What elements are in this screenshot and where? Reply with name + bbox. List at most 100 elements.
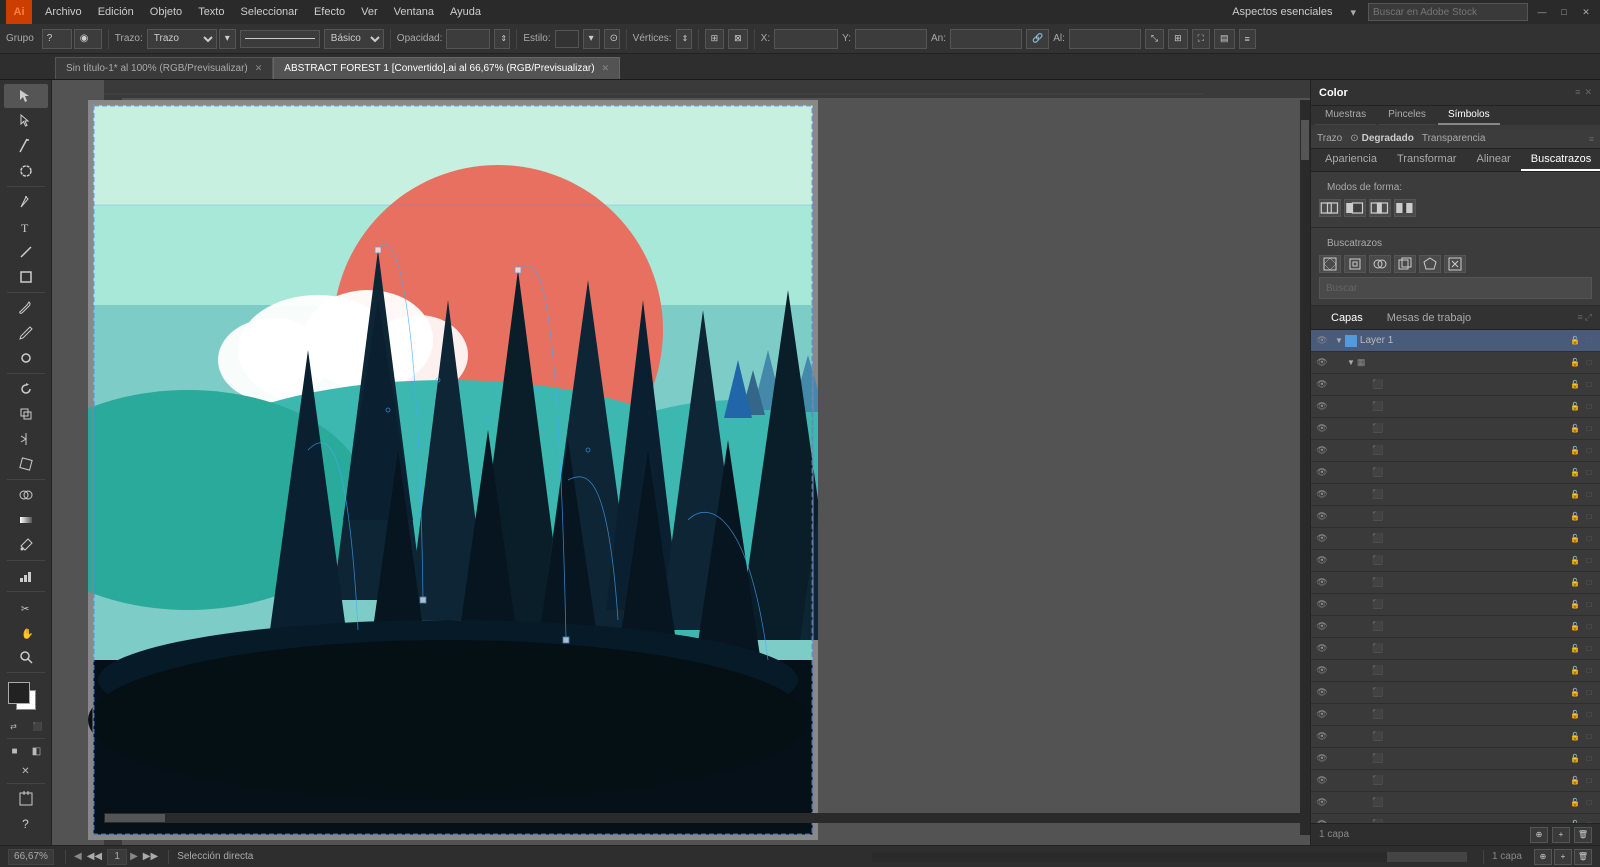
align-options[interactable]: ⊞	[705, 29, 725, 49]
layer-row[interactable]: 👁 ⬛ 🔓 □	[1311, 704, 1600, 726]
y-input[interactable]: 699.995 px	[855, 29, 927, 49]
layer-eye-trazado6[interactable]: 👁	[1315, 488, 1329, 502]
layer-eye-trazado19[interactable]: 👁	[1315, 774, 1329, 788]
an-input[interactable]: 1399.99 px	[950, 29, 1022, 49]
canvas-area[interactable]	[52, 80, 1310, 845]
layer-eye-trazado13[interactable]: 👁	[1315, 642, 1329, 656]
tool-zoom[interactable]	[4, 645, 48, 669]
layer-create-trazado19[interactable]: □	[1582, 774, 1596, 788]
layer-expand-layer1[interactable]: ▼	[1335, 336, 1343, 345]
layer-eye-trazado20[interactable]: 👁	[1315, 796, 1329, 810]
layer-create-trazado15[interactable]: □	[1582, 686, 1596, 700]
modos-unite-btn[interactable]	[1319, 199, 1341, 217]
layer-create-trazado2[interactable]: □	[1582, 400, 1596, 414]
layer-row[interactable]: 👁 ⬛ 🔓 □	[1311, 814, 1600, 823]
menu-ayuda[interactable]: Ayuda	[443, 4, 488, 20]
layer-eye-trazado18[interactable]: 👁	[1315, 752, 1329, 766]
layer-lock-trazado18[interactable]: 🔓	[1568, 752, 1582, 766]
layer-eye-trazado14[interactable]: 👁	[1315, 664, 1329, 678]
menu-texto[interactable]: Texto	[191, 4, 231, 20]
fill-mode-btn[interactable]: ■	[5, 742, 25, 760]
tool-width[interactable]	[4, 427, 48, 451]
gradient-mode-btn[interactable]: ◧	[27, 742, 47, 760]
transform-options[interactable]: ⊠	[728, 29, 748, 49]
tool-graph[interactable]	[4, 564, 48, 588]
busca-1-btn[interactable]	[1319, 255, 1341, 273]
artboard-prev-btn[interactable]: ◀	[74, 851, 82, 862]
artboard-num-input[interactable]	[107, 849, 127, 865]
canvas-scrollbar-thumb-h[interactable]	[105, 814, 165, 822]
layer-create-trazado11[interactable]: □	[1582, 598, 1596, 612]
layer-eye-trazado15[interactable]: 👁	[1315, 686, 1329, 700]
tool-gradient[interactable]	[4, 508, 48, 532]
tab-forest-close[interactable]: ✕	[602, 63, 610, 74]
close-button[interactable]: ✕	[1578, 4, 1594, 20]
buscatrazos-tab[interactable]: Buscatrazos	[1521, 149, 1600, 171]
maximize-button[interactable]: □	[1556, 4, 1572, 20]
layer-row[interactable]: 👁 ⬛ 🔓 □	[1311, 550, 1600, 572]
swap-colors-btn[interactable]: ⇄	[4, 717, 24, 735]
layer-create-trazado3[interactable]: □	[1582, 422, 1596, 436]
layer-create-trazado16[interactable]: □	[1582, 708, 1596, 722]
layer-row[interactable]: 👁 ⬛ 🔓 □	[1311, 616, 1600, 638]
alinear-tab[interactable]: Alinear	[1466, 149, 1520, 171]
layer-row[interactable]: 👁 ⬛ 🔓 □	[1311, 506, 1600, 528]
layer-create-trazado5[interactable]: □	[1582, 466, 1596, 480]
layer-eye-trazado16[interactable]: 👁	[1315, 708, 1329, 722]
capas-tab[interactable]: Capas	[1319, 309, 1375, 327]
tab-untitled-close[interactable]: ✕	[255, 63, 263, 74]
layer-create-trazado10[interactable]: □	[1582, 576, 1596, 590]
trazo-tab[interactable]: Trazo	[1317, 133, 1342, 144]
layer-lock-trazado10[interactable]: 🔓	[1568, 576, 1582, 590]
simbolos-tab[interactable]: Símbolos	[1438, 106, 1500, 125]
workspace-dropdown-icon[interactable]: ▾	[1344, 4, 1362, 21]
layer-create-trazado17[interactable]: □	[1582, 730, 1596, 744]
none-mode-btn[interactable]: ✕	[16, 762, 36, 780]
layer-eye-trazado17[interactable]: 👁	[1315, 730, 1329, 744]
layer-lock-trazado7[interactable]: 🔓	[1568, 510, 1582, 524]
layer-lock-trazado9[interactable]: 🔓	[1568, 554, 1582, 568]
layer-create-trazado13[interactable]: □	[1582, 642, 1596, 656]
mesas-tab[interactable]: Mesas de trabajo	[1375, 309, 1483, 327]
create-sublayer-btn[interactable]: ⊕	[1530, 827, 1548, 843]
layer-row[interactable]: 👁 ⬛ 🔓 □	[1311, 484, 1600, 506]
layer-eye-layer1[interactable]: 👁	[1315, 334, 1329, 348]
opacidad-input[interactable]: 100%	[446, 29, 490, 49]
layer-eye-trazado3[interactable]: 👁	[1315, 422, 1329, 436]
estilo-expand[interactable]: ▾	[583, 29, 600, 49]
tool-magic-wand[interactable]	[4, 134, 48, 158]
tab-forest[interactable]: ABSTRACT FOREST 1 [Convertido].ai al 66,…	[273, 57, 620, 79]
layer-create-trazado1[interactable]: □	[1582, 378, 1596, 392]
tool-scale[interactable]	[4, 402, 48, 426]
transparencia-tab[interactable]: Transparencia	[1422, 133, 1486, 144]
menu-archivo[interactable]: Archivo	[38, 4, 89, 20]
layer-row[interactable]: 👁 ⬛ 🔓 □	[1311, 440, 1600, 462]
busca-4-btn[interactable]	[1394, 255, 1416, 273]
tool-paintbrush[interactable]	[4, 296, 48, 320]
layer-create-trazado9[interactable]: □	[1582, 554, 1596, 568]
canvas-scrollbar-vertical[interactable]	[1300, 100, 1310, 835]
link-dimensions[interactable]: 🔗	[1026, 29, 1049, 49]
create-new-layer-btn[interactable]: +	[1552, 827, 1570, 843]
layer-row[interactable]: 👁 ⬛ 🔓 □	[1311, 638, 1600, 660]
layer-eye-trazado11[interactable]: 👁	[1315, 598, 1329, 612]
layer-eye-trazado2[interactable]: 👁	[1315, 400, 1329, 414]
tool-question[interactable]: ?	[4, 812, 48, 836]
foreground-color-swatch[interactable]	[8, 682, 30, 704]
artwork-svg[interactable]	[88, 100, 818, 840]
layer-create-trazado7[interactable]: □	[1582, 510, 1596, 524]
layer-lock-trazado16[interactable]: 🔓	[1568, 708, 1582, 722]
fullscreen-btn[interactable]: ⛶	[1192, 29, 1210, 49]
layer-create-layer1[interactable]: □	[1582, 334, 1596, 348]
al-input[interactable]: 1399.99 px	[1069, 29, 1141, 49]
layer-create-trazado20[interactable]: □	[1582, 796, 1596, 810]
layer-lock-trazado3[interactable]: 🔓	[1568, 422, 1582, 436]
tool-rotate[interactable]	[4, 377, 48, 401]
layer-lock-trazado14[interactable]: 🔓	[1568, 664, 1582, 678]
menu-seleccionar[interactable]: Seleccionar	[233, 4, 304, 20]
menu-edicion[interactable]: Edición	[91, 4, 141, 20]
degradado-tab[interactable]: Degradado	[1362, 133, 1414, 144]
layer-lock-trazado1[interactable]: 🔓	[1568, 378, 1582, 392]
layer-row[interactable]: 👁 ⬛ 🔓 □	[1311, 418, 1600, 440]
artboard-last-btn[interactable]: ▶▶	[143, 851, 158, 862]
